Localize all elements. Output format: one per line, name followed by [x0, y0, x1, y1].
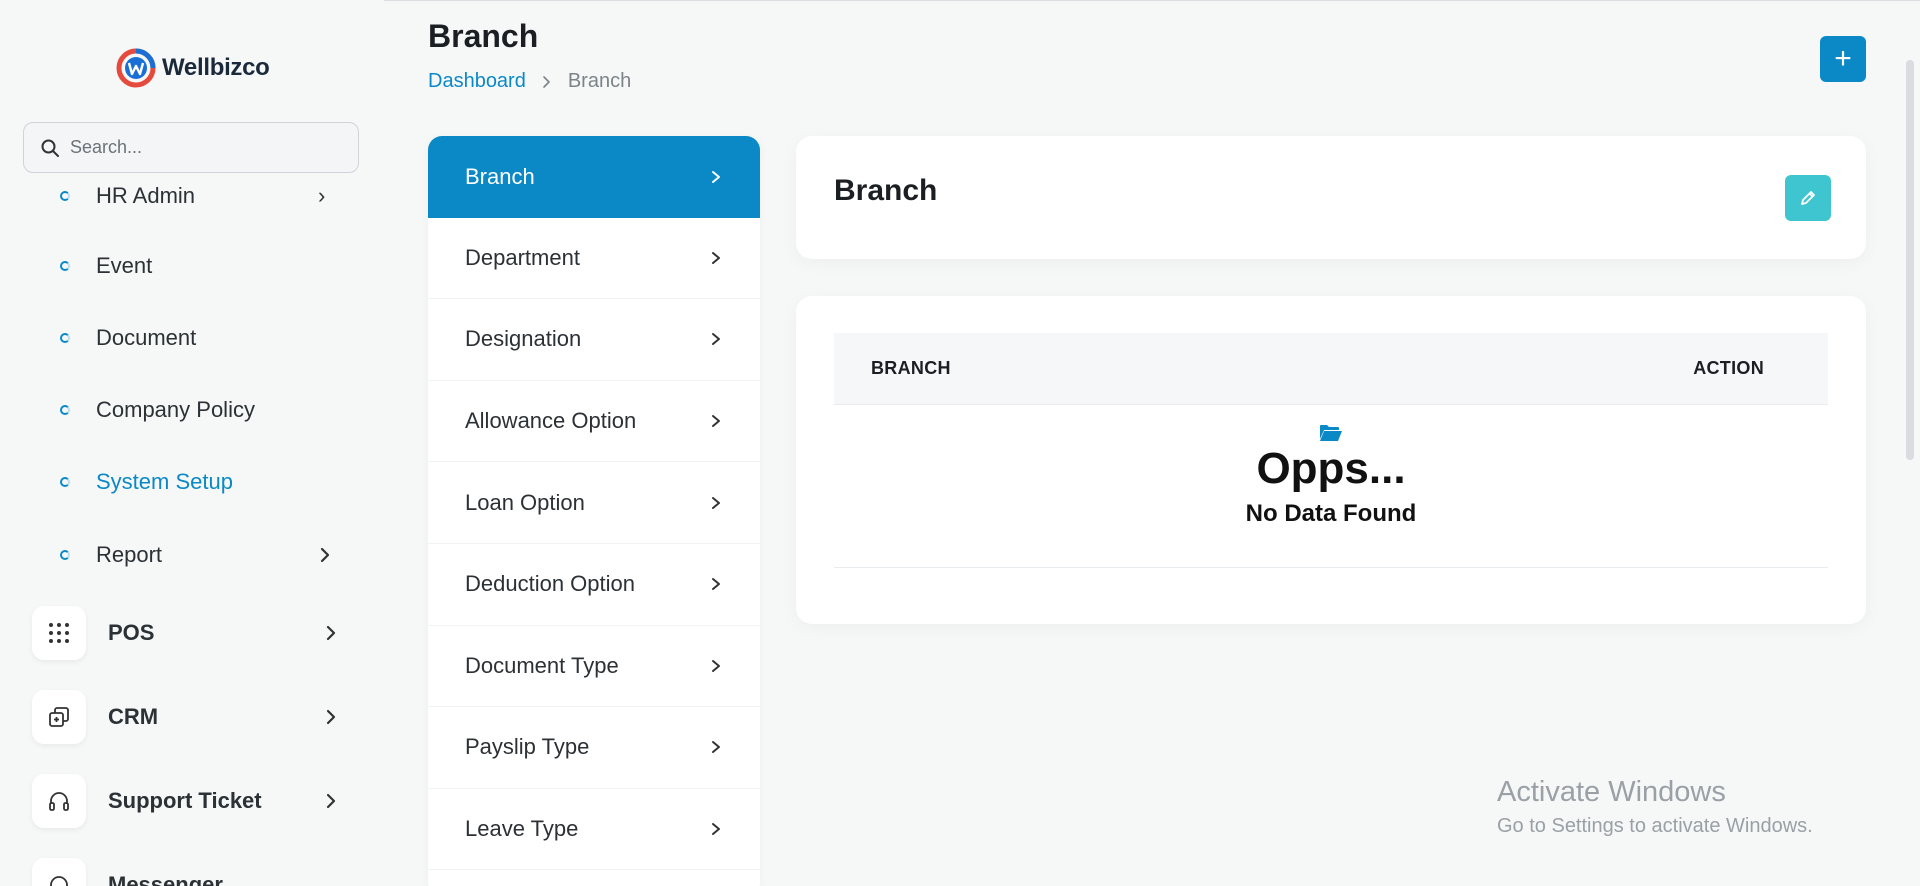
- setup-item-label: Branch: [465, 163, 535, 189]
- table-header: BRANCH ACTION: [834, 333, 1828, 405]
- search-box[interactable]: [23, 122, 359, 173]
- chevron-right-icon: [326, 793, 336, 809]
- setup-item-loan-option[interactable]: Loan Option: [428, 462, 760, 544]
- bullet-icon: [60, 550, 70, 560]
- column-header-action: ACTION: [1693, 358, 1764, 378]
- empty-state-title: Opps...: [1256, 444, 1406, 493]
- chevron-right-icon: [712, 496, 720, 509]
- setup-item-label: Allowance Option: [465, 408, 637, 434]
- setup-item-branch[interactable]: Branch: [428, 136, 760, 218]
- sidebar-item-label: Event: [96, 253, 153, 278]
- chevron-right-icon: [326, 625, 336, 641]
- setup-item-deduction-option[interactable]: Deduction Option: [428, 544, 760, 626]
- branch-table-card: BRANCH ACTION Opps... No Data Found: [796, 296, 1866, 624]
- sidebar-item-system-setup[interactable]: System Setup: [60, 462, 350, 502]
- sidebar-item-label: Messenger: [108, 872, 223, 886]
- chevron-right-icon: [543, 75, 550, 88]
- setup-item-label: Loan Option: [465, 489, 585, 515]
- chevron-right-icon: [712, 578, 720, 591]
- folder-open-icon: [1320, 425, 1342, 441]
- setup-item-label: Designation: [465, 326, 582, 352]
- add-button[interactable]: +: [1820, 36, 1866, 82]
- pencil-icon: [1801, 191, 1815, 205]
- windows-activation-watermark: Activate Windows Go to Settings to activ…: [1497, 776, 1813, 838]
- chevron-right-icon: [712, 741, 720, 754]
- logo-text: Wellbizco: [162, 54, 270, 81]
- chevron-right-icon: [712, 170, 720, 183]
- sidebar-item-label: Document: [96, 325, 197, 350]
- chevron-right-icon: [712, 659, 720, 672]
- sidebar-item-label: Support Ticket: [108, 788, 262, 813]
- bullet-icon: [60, 191, 70, 201]
- setup-item-leave-type[interactable]: Leave Type: [428, 789, 760, 871]
- bullet-icon: [60, 405, 70, 415]
- watermark-line-1: Activate Windows: [1497, 776, 1726, 808]
- setup-item-payslip-type[interactable]: Payslip Type: [428, 707, 760, 789]
- column-header-branch[interactable]: BRANCH: [871, 358, 951, 379]
- sidebar: Wellbizco HR Admin › Event Document Comp…: [0, 0, 384, 886]
- grid-icon: [32, 606, 86, 660]
- edit-button[interactable]: [1785, 175, 1831, 221]
- setup-menu: Branch Department Designation Allowance …: [428, 136, 760, 886]
- chat-icon: [32, 858, 86, 886]
- empty-state-text: No Data Found: [1245, 500, 1417, 527]
- setup-item-label: Leave Type: [465, 816, 579, 842]
- chevron-right-icon: [712, 415, 720, 428]
- content-header-card: Branch: [796, 136, 1866, 259]
- chevron-right-icon: [712, 823, 720, 836]
- search-icon: [41, 139, 59, 157]
- breadcrumb: Dashboard Branch: [428, 70, 631, 93]
- sidebar-item-messenger[interactable]: Messenger: [32, 858, 352, 886]
- page-scrollbar[interactable]: [1906, 60, 1914, 460]
- setup-item-designation[interactable]: Designation: [428, 299, 760, 381]
- logo[interactable]: Wellbizco: [116, 48, 270, 88]
- setup-item-label: Document Type: [465, 652, 619, 678]
- setup-item-department[interactable]: Department: [428, 218, 760, 300]
- sidebar-item-label: System Setup: [96, 469, 233, 494]
- setup-item-allowance-option[interactable]: Allowance Option: [428, 381, 760, 463]
- bullet-icon: [60, 333, 70, 343]
- chevron-down-icon: ›: [318, 183, 326, 208]
- setup-item-label: Payslip Type: [465, 734, 590, 760]
- empty-state: Opps... No Data Found: [834, 406, 1828, 568]
- page-title: Branch: [428, 18, 539, 54]
- bullet-icon: [60, 261, 70, 271]
- setup-item-document-type[interactable]: Document Type: [428, 626, 760, 708]
- bullet-icon: [60, 477, 70, 487]
- setup-item-label: Deduction Option: [465, 571, 635, 597]
- breadcrumb-dashboard-link[interactable]: Dashboard: [428, 70, 526, 93]
- sidebar-item-hr-admin[interactable]: HR Admin ›: [60, 176, 350, 216]
- crm-icon: [32, 690, 86, 744]
- sidebar-item-support-ticket[interactable]: Support Ticket: [32, 774, 352, 828]
- sidebar-item-pos[interactable]: POS: [32, 606, 352, 660]
- chevron-right-icon: [320, 547, 330, 563]
- setup-item-label: Department: [465, 244, 580, 270]
- headphones-icon: [32, 774, 86, 828]
- watermark-line-2: Go to Settings to activate Windows.: [1497, 815, 1813, 837]
- sidebar-item-crm[interactable]: CRM: [32, 690, 352, 744]
- chevron-right-icon: [712, 251, 720, 264]
- chevron-right-icon: [712, 333, 720, 346]
- sidebar-item-label: HR Admin: [96, 183, 196, 208]
- sidebar-item-label: Company Policy: [96, 397, 255, 422]
- search-input[interactable]: [70, 137, 340, 158]
- content-title: Branch: [834, 174, 938, 207]
- sidebar-item-label: POS: [108, 620, 155, 645]
- sidebar-item-label: CRM: [108, 704, 159, 729]
- logo-icon: [116, 48, 156, 88]
- sidebar-item-label: Report: [96, 542, 163, 567]
- breadcrumb-current: Branch: [567, 70, 632, 92]
- sidebar-item-company-policy[interactable]: Company Policy: [60, 390, 350, 430]
- sidebar-item-event[interactable]: Event: [60, 246, 350, 286]
- sidebar-item-document[interactable]: Document: [60, 318, 350, 358]
- chevron-right-icon: [326, 709, 336, 725]
- sidebar-item-report[interactable]: Report: [60, 535, 350, 575]
